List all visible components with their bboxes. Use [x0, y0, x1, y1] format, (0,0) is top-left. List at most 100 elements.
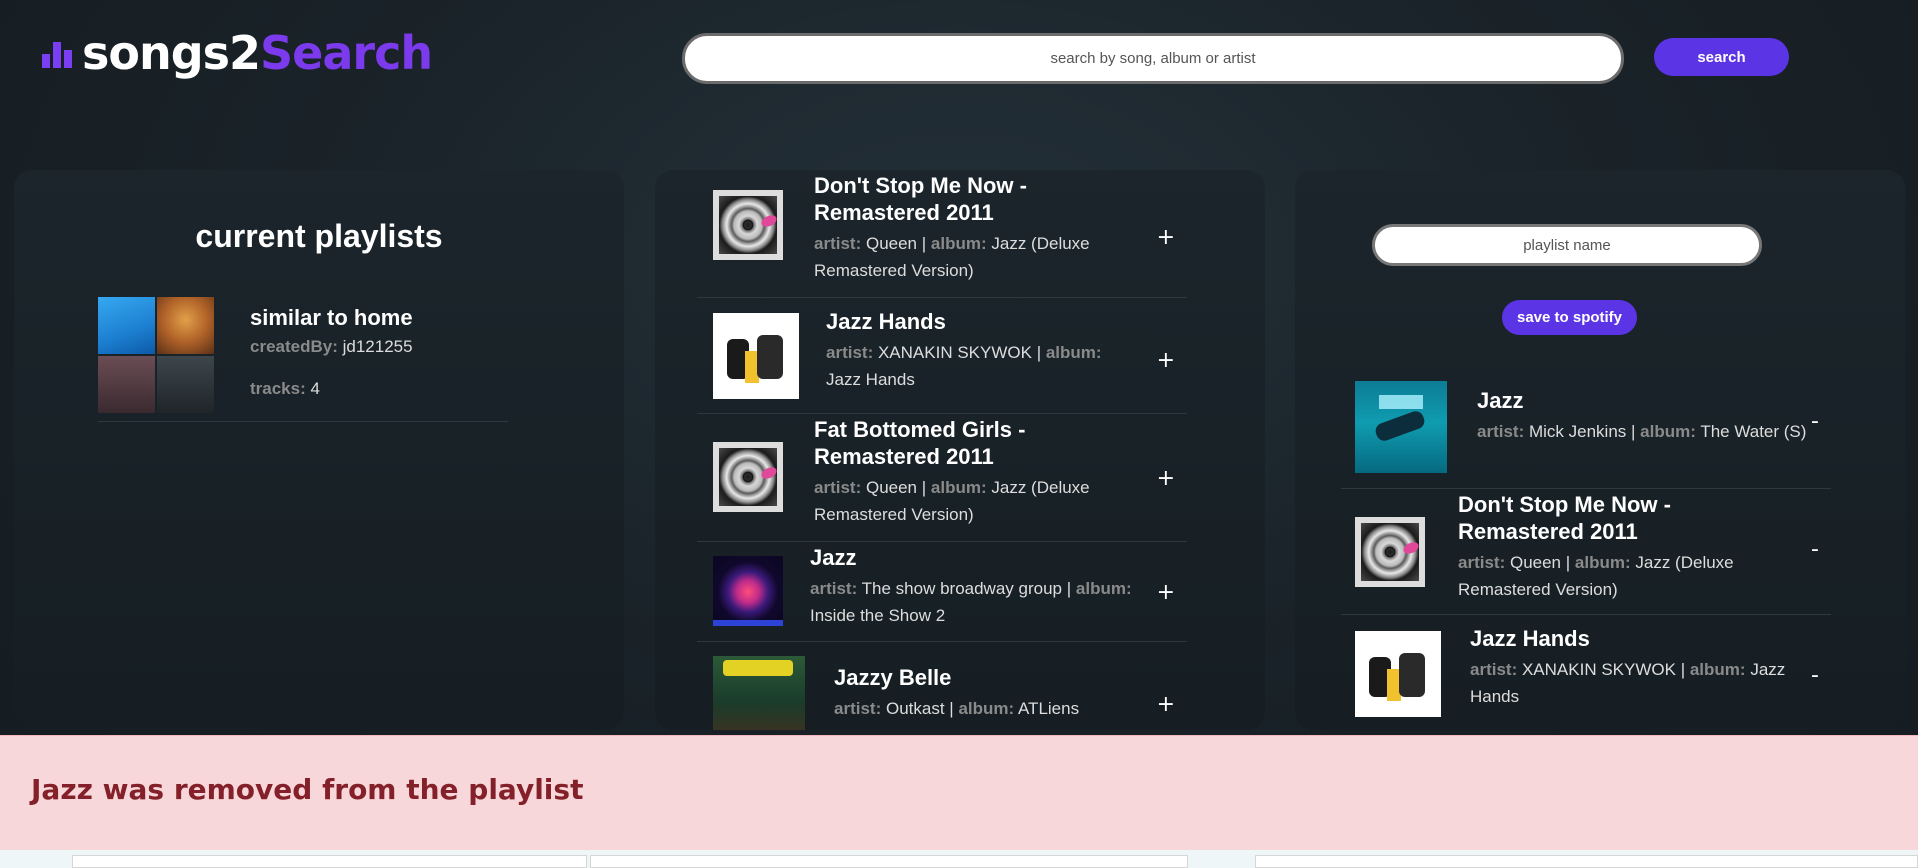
new-playlist-panel: save to spotify Jazz artist: Mick Jenkin…: [1295, 170, 1905, 730]
artist-label: artist:: [814, 234, 862, 253]
created-by-value: jd121255: [342, 337, 413, 356]
artist-label: artist:: [1470, 660, 1518, 679]
outkast-cover-art-icon: [713, 656, 805, 730]
result-track-title: Jazzy Belle: [834, 665, 952, 690]
separator: |: [921, 234, 927, 253]
result-track-info: Jazz Hands artist: XANAKIN SKYWOK | albu…: [826, 308, 1126, 393]
album-label: album:: [930, 478, 987, 497]
playlist-track-meta: artist: Mick Jenkins | album: The Water …: [1477, 418, 1817, 445]
alert-message: Jazz was removed from the playlist: [31, 773, 584, 806]
bottom-strip: [0, 850, 1918, 868]
current-playlists-panel: current playlists similar to home create…: [14, 170, 624, 730]
separator: |: [1565, 553, 1571, 572]
playlist-cover-mosaic: [98, 297, 214, 413]
playlist-track-title: Jazz Hands: [1470, 626, 1590, 651]
logo-text: songs2Search: [82, 30, 433, 76]
vinyl-record-art-icon: [1355, 517, 1425, 587]
add-track-button[interactable]: +: [1157, 466, 1175, 491]
cover-thumb-3: [98, 356, 155, 413]
playlist-track-title: Jazz: [1477, 388, 1524, 413]
album-value: The Water (S): [1700, 422, 1807, 441]
search-input[interactable]: [682, 33, 1624, 84]
artist-label: artist:: [810, 579, 858, 598]
remove-track-button[interactable]: -: [1811, 409, 1819, 434]
album-label: album:: [930, 234, 987, 253]
remove-track-button[interactable]: -: [1811, 663, 1819, 688]
search-results-panel: Don't Stop Me Now - Remastered 2011 arti…: [655, 170, 1265, 730]
search-button[interactable]: search: [1654, 38, 1789, 76]
artist-value: Queen: [865, 234, 918, 253]
separator: |: [1680, 660, 1686, 679]
result-track-info: Fat Bottomed Girls - Remastered 2011 art…: [814, 416, 1114, 528]
artist-label: artist:: [1477, 422, 1525, 441]
removal-alert: Jazz was removed from the playlist: [0, 735, 1918, 850]
album-label: album:: [1574, 553, 1631, 572]
artist-value: Outkast: [885, 699, 945, 718]
playlist-name: similar to home: [250, 305, 413, 330]
playlist-track-info: Jazz artist: Mick Jenkins | album: The W…: [1477, 387, 1817, 445]
playlist-track-title: Don't Stop Me Now - Remastered 2011: [1458, 492, 1671, 544]
add-track-button[interactable]: +: [1157, 348, 1175, 373]
album-value: ATLiens: [1017, 699, 1080, 718]
playlists-title: current playlists: [195, 218, 443, 254]
separator: |: [1631, 422, 1636, 441]
add-track-button[interactable]: +: [1157, 692, 1175, 717]
tracks-label: tracks:: [250, 379, 306, 398]
artist-value: Queen: [865, 478, 918, 497]
logo-text-part1: songs2: [82, 26, 261, 80]
playlist-track-info: Jazz Hands artist: XANAKIN SKYWOK | albu…: [1470, 625, 1790, 710]
result-track-row: Fat Bottomed Girls - Remastered 2011 art…: [697, 414, 1187, 542]
artist-label: artist:: [814, 478, 862, 497]
playlist-track-row: Jazz Hands artist: XANAKIN SKYWOK | albu…: [1341, 615, 1831, 730]
cover-thumb-2: [157, 297, 214, 354]
result-track-title: Jazz Hands: [826, 309, 946, 334]
result-track-meta: artist: Queen | album: Jazz (Deluxe Rema…: [814, 230, 1114, 284]
artist-label: artist:: [1458, 553, 1506, 572]
vinyl-record-art-icon: [713, 190, 783, 260]
cartoon-figures-art-icon: [713, 313, 799, 399]
result-track-meta: artist: XANAKIN SKYWOK | album: Jazz Han…: [826, 339, 1126, 393]
result-track-meta: artist: Outkast | album: ATLiens: [834, 695, 1134, 722]
playlist-name-input[interactable]: [1372, 224, 1762, 266]
album-label: album:: [1075, 579, 1132, 598]
separator: |: [949, 699, 954, 718]
created-by-label: createdBy:: [250, 337, 338, 356]
album-label: album:: [1689, 660, 1746, 679]
artist-label: artist:: [834, 699, 882, 718]
artist-value: XANAKIN SKYWOK: [877, 343, 1032, 362]
logo-text-part2: Search: [260, 26, 433, 80]
artist-value: XANAKIN SKYWOK: [1521, 660, 1676, 679]
vinyl-record-art-icon: [713, 442, 783, 512]
cartoon-figures-art-icon: [1355, 631, 1441, 717]
artist-label: artist:: [826, 343, 874, 362]
bar-chart-icon: [42, 42, 72, 68]
album-value: Inside the Show 2: [810, 606, 946, 625]
result-track-info: Don't Stop Me Now - Remastered 2011 arti…: [814, 172, 1114, 284]
separator: |: [1036, 343, 1042, 362]
playlist-created-by: createdBy: jd121255: [250, 337, 413, 357]
playlist-track-row: Don't Stop Me Now - Remastered 2011 arti…: [1341, 489, 1831, 615]
album-value: Jazz Hands: [826, 370, 915, 389]
strip-segment: [1255, 855, 1918, 868]
result-track-info: Jazzy Belle artist: Outkast | album: ATL…: [834, 664, 1134, 722]
result-track-title: Fat Bottomed Girls - Remastered 2011: [814, 417, 1026, 469]
result-track-meta: artist: The show broadway group | album:…: [810, 575, 1180, 629]
result-track-row: Jazz Hands artist: XANAKIN SKYWOK | albu…: [697, 298, 1187, 414]
remove-track-button[interactable]: -: [1811, 537, 1819, 562]
add-track-button[interactable]: +: [1157, 580, 1175, 605]
artist-value: Queen: [1509, 553, 1562, 572]
playlist-card[interactable]: similar to home createdBy: jd121255 trac…: [98, 297, 508, 422]
cover-thumb-4: [157, 356, 214, 413]
app-logo[interactable]: songs2Search: [42, 30, 433, 76]
add-track-button[interactable]: +: [1157, 225, 1175, 250]
artist-value: Mick Jenkins: [1528, 422, 1627, 441]
separator: |: [1066, 579, 1072, 598]
save-to-spotify-button[interactable]: save to spotify: [1502, 300, 1637, 335]
separator: |: [921, 478, 927, 497]
result-track-row: Jazz artist: The show broadway group | a…: [697, 542, 1187, 642]
album-label: album:: [958, 699, 1015, 718]
result-track-row: Jazzy Belle artist: Outkast | album: ATL…: [697, 642, 1187, 730]
playlist-track-row: Jazz artist: Mick Jenkins | album: The W…: [1341, 365, 1831, 489]
playlist-track-count: tracks: 4: [250, 379, 320, 399]
result-track-info: Jazz artist: The show broadway group | a…: [810, 544, 1180, 629]
